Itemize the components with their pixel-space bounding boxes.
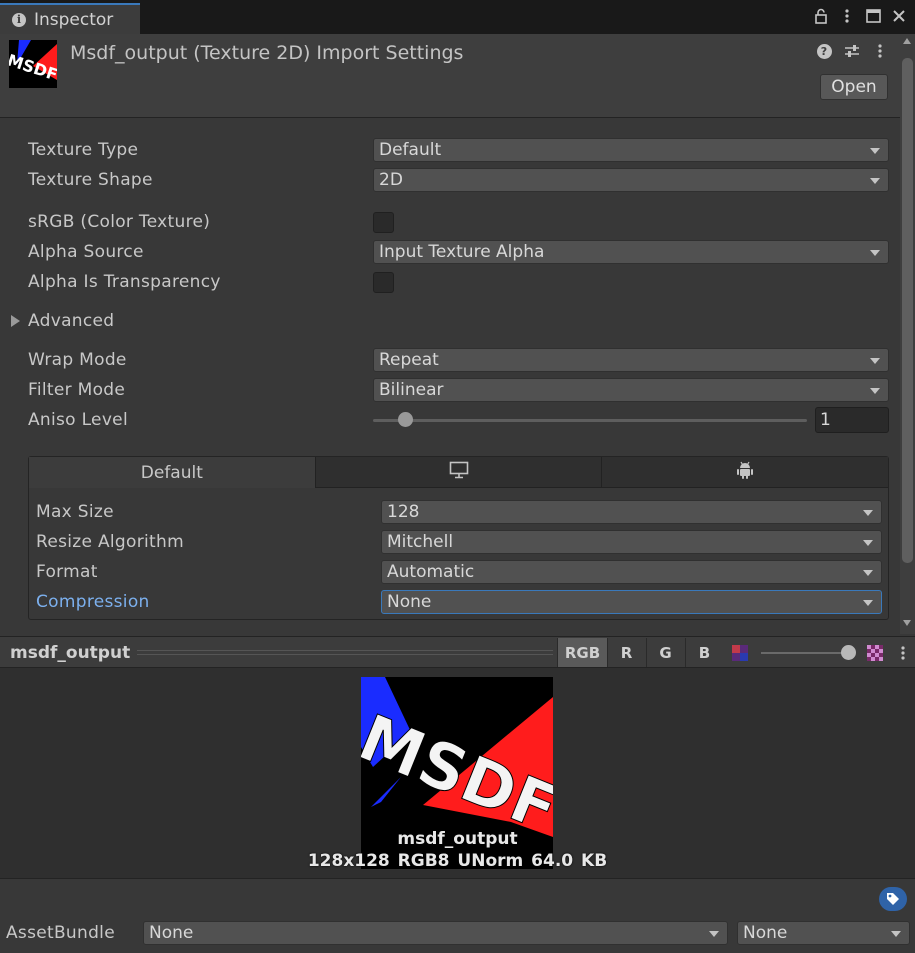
open-button[interactable]: Open xyxy=(820,74,888,100)
texture-preview-area: MSDF msdf_output 128x128 RGB8 UNorm 64.0… xyxy=(0,668,915,878)
format-dropdown[interactable]: Automatic xyxy=(381,560,882,584)
wrap-mode-label: Wrap Mode xyxy=(28,350,127,370)
alpha-preview-large-icon xyxy=(867,645,883,661)
assetbundle-variant-value: None xyxy=(743,923,788,943)
alpha-source-label: Alpha Source xyxy=(28,242,144,262)
texture-thumbnail: MSDF xyxy=(9,40,57,88)
header-title: Msdf_output (Texture 2D) Import Settings xyxy=(70,42,464,64)
advanced-foldout-arrow-icon[interactable] xyxy=(11,315,20,327)
window-tab-strip: i Inspector xyxy=(0,0,915,34)
info-icon: i xyxy=(12,12,26,27)
format-value: Automatic xyxy=(387,562,475,582)
chevron-down-icon xyxy=(870,148,880,154)
preview-toolbar: msdf_output RGB R G B xyxy=(0,636,915,668)
aniso-level-label: Aniso Level xyxy=(28,410,128,430)
texture-shape-value: 2D xyxy=(379,170,403,190)
filter-mode-label: Filter Mode xyxy=(28,380,126,400)
scroll-up-arrow-icon[interactable] xyxy=(903,38,911,44)
mip-slider-knob[interactable] xyxy=(841,645,856,660)
chevron-down-icon xyxy=(870,388,880,394)
compression-value: None xyxy=(387,592,432,612)
max-size-dropdown[interactable]: 128 xyxy=(381,500,882,524)
maximize-icon[interactable] xyxy=(865,8,881,24)
assetbundle-name-value: None xyxy=(149,923,194,943)
texture-type-label: Texture Type xyxy=(28,140,139,160)
header-icons: ? xyxy=(816,42,888,60)
assetbundle-label: AssetBundle xyxy=(6,923,115,943)
mip-slider-track[interactable] xyxy=(761,652,853,654)
resize-algorithm-dropdown[interactable]: Mitchell xyxy=(381,530,882,554)
aniso-level-slider-knob[interactable] xyxy=(398,412,413,427)
inspector-tab[interactable]: i Inspector xyxy=(0,3,140,34)
chevron-down-icon xyxy=(709,931,719,937)
filter-mode-value: Bilinear xyxy=(379,380,444,400)
chevron-down-icon xyxy=(863,570,873,576)
wrap-mode-dropdown[interactable]: Repeat xyxy=(373,348,889,372)
kebab-menu-icon[interactable] xyxy=(839,8,855,24)
channel-g-button[interactable]: G xyxy=(646,638,684,667)
alpha-source-value: Input Texture Alpha xyxy=(379,242,545,262)
import-settings-header: MSDF Msdf_output (Texture 2D) Import Set… xyxy=(0,34,900,118)
format-label: Format xyxy=(36,562,98,582)
wrap-mode-value: Repeat xyxy=(379,350,439,370)
scroll-thumb[interactable] xyxy=(902,58,913,563)
window-controls xyxy=(813,4,907,28)
alpha-transparency-checkbox[interactable] xyxy=(373,272,394,293)
chevron-down-icon xyxy=(863,540,873,546)
preview-caption-name: msdf_output xyxy=(397,829,518,849)
inspector-tab-label: Inspector xyxy=(34,9,114,30)
lock-icon[interactable] xyxy=(813,8,829,24)
preset-sliders-icon[interactable] xyxy=(844,42,860,60)
tag-icon[interactable] xyxy=(879,887,907,911)
tab-default-label: Default xyxy=(140,462,203,483)
resize-algorithm-label: Resize Algorithm xyxy=(36,532,184,552)
channel-r-button[interactable]: R xyxy=(607,638,645,667)
preview-resize-grip[interactable] xyxy=(137,650,553,655)
chevron-down-icon xyxy=(870,358,880,364)
inspector-scrollbar[interactable] xyxy=(900,34,915,634)
platform-tabs: Default xyxy=(29,457,889,488)
channel-b-button[interactable]: B xyxy=(685,638,723,667)
tab-standalone[interactable] xyxy=(315,457,603,488)
assetbundle-footer: AssetBundle None None xyxy=(0,878,915,953)
texture-shape-label: Texture Shape xyxy=(28,170,153,190)
chevron-down-icon xyxy=(870,250,880,256)
chevron-down-icon xyxy=(863,600,873,606)
compression-dropdown[interactable]: None xyxy=(381,590,882,614)
advanced-foldout-label[interactable]: Advanced xyxy=(28,311,114,331)
chevron-down-icon xyxy=(863,510,873,516)
header-menu-icon[interactable] xyxy=(872,42,888,60)
texture-type-dropdown[interactable]: Default xyxy=(373,138,889,162)
preview-caption-info: 128x128 RGB8 UNorm 64.0 KB xyxy=(307,851,608,871)
alpha-source-dropdown[interactable]: Input Texture Alpha xyxy=(373,240,889,264)
preview-menu-icon[interactable] xyxy=(895,645,911,661)
alpha-transparency-label: Alpha Is Transparency xyxy=(28,272,221,292)
monitor-icon xyxy=(449,461,469,484)
resize-algorithm-value: Mitchell xyxy=(387,532,454,552)
aniso-level-slider-track[interactable] xyxy=(373,419,807,422)
scroll-down-arrow-icon[interactable] xyxy=(903,620,911,626)
texture-shape-dropdown[interactable]: 2D xyxy=(373,168,889,192)
alpha-preview-small-icon xyxy=(732,645,748,661)
filter-mode-dropdown[interactable]: Bilinear xyxy=(373,378,889,402)
assetbundle-variant-dropdown[interactable]: None xyxy=(737,921,910,945)
close-icon[interactable] xyxy=(891,8,907,24)
chevron-down-icon xyxy=(891,931,901,937)
max-size-label: Max Size xyxy=(36,502,114,522)
texture-type-value: Default xyxy=(379,140,442,160)
compression-label: Compression xyxy=(36,592,150,612)
tab-android[interactable] xyxy=(602,457,889,488)
help-icon[interactable]: ? xyxy=(816,42,832,60)
srgb-label: sRGB (Color Texture) xyxy=(28,212,211,232)
tab-default[interactable]: Default xyxy=(29,457,316,488)
max-size-value: 128 xyxy=(387,502,420,522)
preview-title: msdf_output xyxy=(10,643,131,663)
assetbundle-name-dropdown[interactable]: None xyxy=(143,921,728,945)
aniso-level-input[interactable]: 1 xyxy=(815,407,889,433)
srgb-checkbox[interactable] xyxy=(373,212,394,233)
channel-rgb-button[interactable]: RGB xyxy=(557,638,607,667)
android-icon xyxy=(736,460,754,485)
chevron-down-icon xyxy=(870,178,880,184)
